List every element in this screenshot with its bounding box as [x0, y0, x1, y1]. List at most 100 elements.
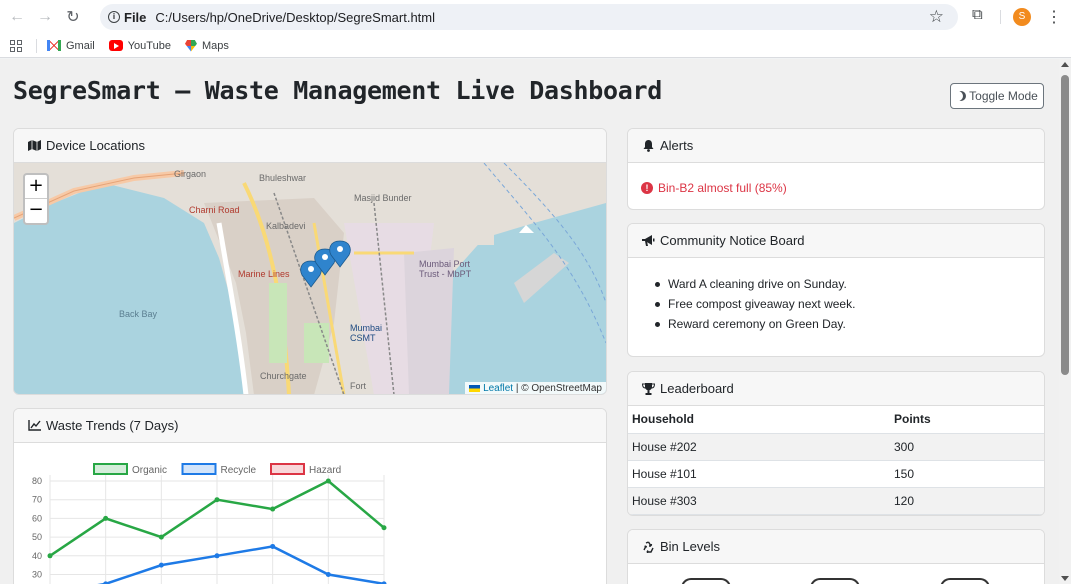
zoom-in-button[interactable]: +	[25, 175, 47, 199]
scroll-down-arrow-icon[interactable]	[1061, 576, 1069, 581]
gmail-icon	[47, 40, 61, 51]
bin-gauge	[681, 578, 731, 584]
bookmark-label: YouTube	[127, 39, 171, 52]
bookmark-star-icon[interactable]: ☆	[929, 7, 944, 27]
card-title: Device Locations	[46, 138, 145, 153]
recycle-icon	[641, 540, 655, 553]
points-cell: 120	[888, 487, 1044, 515]
map-place-label: Churchgate	[260, 371, 307, 381]
data-point	[214, 553, 220, 559]
data-point	[158, 562, 164, 568]
bin-gauge	[940, 578, 990, 584]
legend-swatch	[270, 463, 305, 475]
apps-grid-icon[interactable]	[10, 39, 22, 52]
line-chart-icon	[27, 420, 41, 431]
extensions-puzzle-icon[interactable]: ⧉	[972, 6, 983, 23]
exclamation-circle-icon: !	[641, 182, 653, 194]
leaderboard-card: Leaderboard Household Points House #202 …	[627, 371, 1045, 516]
bookmarks-divider	[36, 38, 37, 53]
bookmark-label: Maps	[201, 39, 229, 52]
card-header: Bin Levels	[628, 530, 1044, 564]
ukraine-flag-icon	[469, 384, 481, 392]
map-place-label: Mumbai CSMT	[350, 323, 383, 343]
card-title: Community Notice Board	[660, 233, 805, 248]
waste-trends-chart: 80 70 60 50 40 30 Organic Recycle Hazard	[32, 463, 387, 584]
map-place-label: Fort	[350, 381, 367, 391]
megaphone-icon	[641, 234, 655, 247]
address-bar[interactable]: i File C:/Users/hp/OneDrive/Desktop/Segr…	[100, 4, 958, 30]
y-tick-label: 30	[32, 570, 42, 580]
alert-text: Bin-B2 almost full (85%)	[658, 181, 787, 195]
y-tick-label: 50	[32, 532, 42, 542]
notice-list: Ward A cleaning drive on Sunday. Free co…	[652, 274, 855, 334]
toggle-mode-label: Toggle Mode	[969, 89, 1038, 103]
legend-swatch	[93, 463, 128, 475]
household-cell: House #202	[628, 433, 888, 461]
zoom-control: + −	[23, 173, 49, 225]
bookmark-maps[interactable]: Maps	[184, 39, 229, 52]
map-place-label: Masjid Bunder	[354, 193, 412, 203]
bookmark-youtube[interactable]: YouTube	[108, 39, 171, 52]
data-point	[103, 515, 109, 521]
map-place-label: Girgaon	[174, 169, 207, 179]
bin-gauge	[810, 578, 860, 584]
map-place-label: Marine Lines	[238, 269, 290, 279]
points-cell: 300	[888, 433, 1044, 461]
maps-icon	[184, 39, 197, 52]
profile-avatar[interactable]: S	[1013, 8, 1031, 26]
url-text: C:/Users/hp/OneDrive/Desktop/SegreSmart.…	[155, 9, 436, 25]
toolbar-divider	[1000, 10, 1001, 24]
map-place-label: Kalbadevi	[266, 221, 306, 231]
column-header-points: Points	[888, 406, 1044, 434]
table-row: House #202 300	[628, 433, 1044, 461]
youtube-icon	[108, 40, 123, 51]
toggle-mode-button[interactable]: Toggle Mode	[950, 83, 1044, 109]
data-point	[158, 534, 164, 540]
household-cell: House #303	[628, 487, 888, 515]
scroll-thumb[interactable]	[1061, 75, 1069, 375]
kebab-menu-icon[interactable]: ⋮	[1046, 7, 1062, 27]
map-place-label: Charni Road	[189, 205, 240, 215]
notice-item: Reward ceremony on Green Day.	[652, 314, 855, 334]
info-icon[interactable]: i	[108, 11, 120, 23]
map-place-label: Mumbai Port Trust - MbPT	[419, 259, 472, 279]
bin-levels-card: Bin Levels	[627, 529, 1045, 584]
points-cell: 150	[888, 460, 1044, 488]
reload-icon[interactable]: ↻	[62, 6, 84, 28]
bookmark-gmail[interactable]: Gmail	[47, 40, 95, 52]
legend-swatch	[181, 463, 217, 475]
waste-trends-card: Waste Trends (7 Days) 80 70 60 50 40 30 Organi…	[13, 408, 607, 584]
card-title: Bin Levels	[660, 539, 720, 554]
data-point	[270, 506, 276, 512]
card-header: Waste Trends (7 Days)	[14, 409, 606, 443]
page-viewport: SegreSmart – Waste Management Live Dashb…	[0, 59, 1059, 584]
leaflet-link[interactable]: Leaflet	[483, 383, 513, 394]
community-notice-card: Community Notice Board Ward A cleaning d…	[627, 223, 1045, 357]
alerts-card: Alerts ! Bin-B2 almost full (85%)	[627, 128, 1045, 210]
forward-arrow-icon[interactable]: →	[34, 6, 56, 28]
card-title: Waste Trends (7 Days)	[46, 418, 179, 433]
data-point	[214, 497, 220, 503]
legend-label: Recycle	[221, 465, 257, 476]
map-place-label: Bhuleshwar	[259, 173, 307, 183]
map-attribution: Leaflet | © OpenStreetMap	[465, 382, 606, 394]
data-point	[270, 543, 276, 549]
map-tiles	[14, 163, 606, 394]
household-cell: House #101	[628, 460, 888, 488]
table-header-row: Household Points	[628, 406, 1044, 434]
map-place-label: Back Bay	[119, 309, 158, 319]
leaflet-map[interactable]: Girgaon Bhuleshwar Masjid Bunder Charni …	[14, 163, 606, 394]
device-locations-card: Device Locations Girgaon Bhuleshwar Masj…	[13, 128, 607, 395]
osm-attribution: | © OpenStreetMap	[513, 383, 602, 394]
data-point	[325, 478, 331, 484]
card-title: Alerts	[660, 138, 694, 153]
page-scrollbar[interactable]	[1059, 59, 1071, 584]
legend-label: Hazard	[309, 465, 341, 476]
zoom-out-button[interactable]: −	[25, 199, 47, 223]
y-tick-label: 70	[32, 495, 42, 505]
url-scheme: File	[124, 9, 147, 25]
scroll-up-arrow-icon[interactable]	[1061, 62, 1069, 67]
bookmark-label: Gmail	[66, 39, 95, 52]
back-arrow-icon[interactable]: ←	[6, 6, 28, 28]
data-point	[381, 525, 387, 531]
